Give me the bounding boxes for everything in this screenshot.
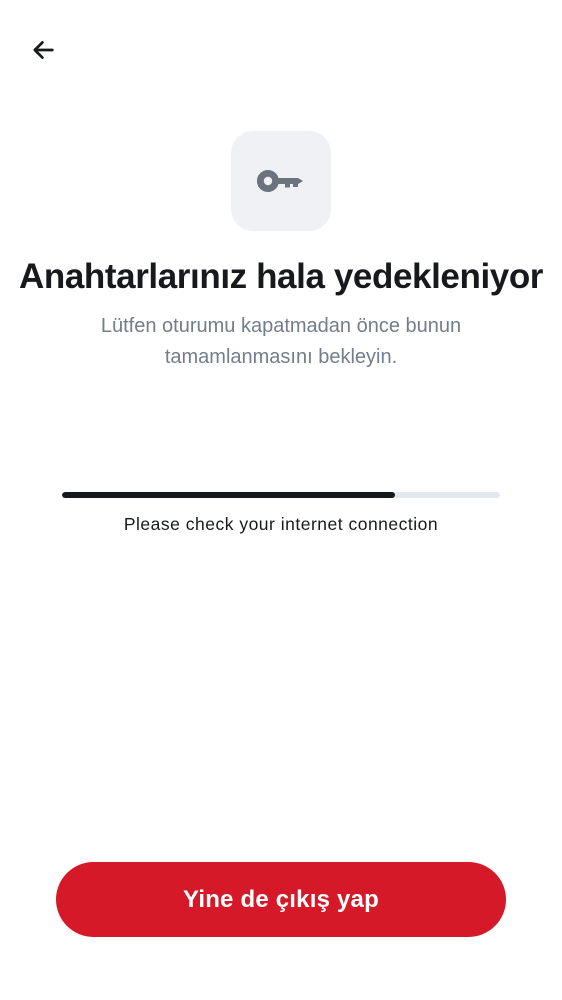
connection-status-text: Please check your internet connection <box>123 514 439 534</box>
backup-progress-bar <box>62 492 500 498</box>
key-icon <box>257 168 305 194</box>
back-button[interactable] <box>22 29 64 71</box>
backup-progress-fill <box>62 492 395 498</box>
arrow-left-icon <box>29 36 57 64</box>
page-title: Anahtarlarınız hala yedekleniyor <box>18 257 544 296</box>
sign-out-anyway-button[interactable]: Yine de çıkış yap <box>56 862 506 937</box>
key-icon-tile <box>231 131 331 231</box>
page-subtitle: Lütfen oturumu kapatmadan önce bunun tam… <box>100 315 462 368</box>
sign-out-anyway-label: Yine de çıkış yap <box>183 885 379 913</box>
